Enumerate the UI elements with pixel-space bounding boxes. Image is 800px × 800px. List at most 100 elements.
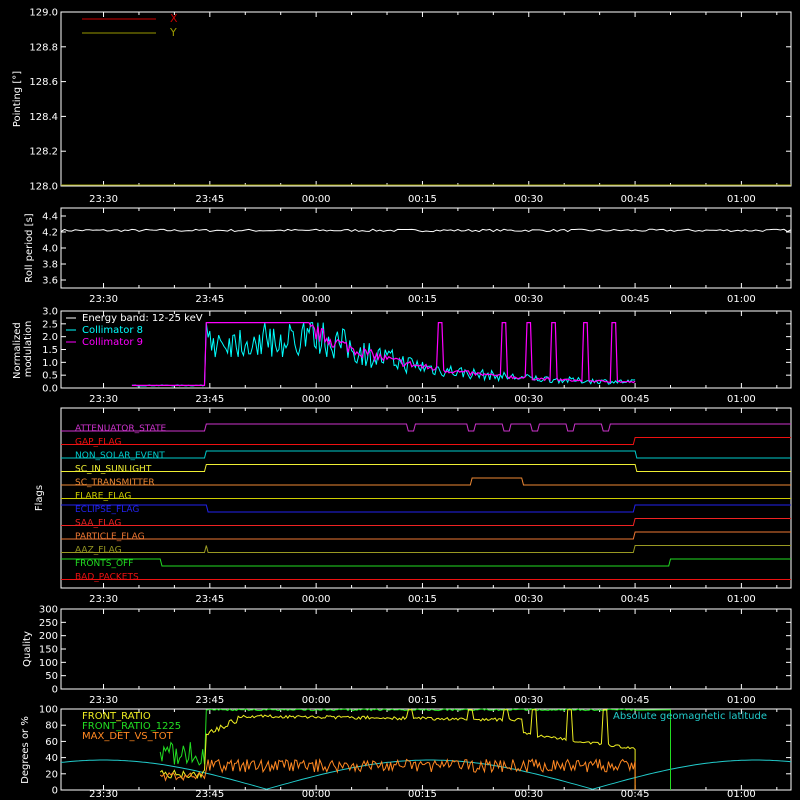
x-tick-label: 01:00 bbox=[727, 294, 756, 305]
y-tick-label: 80 bbox=[45, 721, 58, 732]
modulation-ylabel: Normalized modulation bbox=[12, 319, 34, 379]
y-tick-label: 4.0 bbox=[42, 244, 58, 255]
y-tick-label: 0.5 bbox=[42, 371, 58, 382]
legend-max-det: MAX_DET_VS_TOT bbox=[82, 731, 174, 742]
modulation-ylabel-line1: Normalized bbox=[12, 322, 23, 379]
flag-label: FLARE_FLAG bbox=[75, 492, 131, 502]
y-tick-label: 200 bbox=[39, 631, 58, 642]
x-tick-label: 23:30 bbox=[89, 194, 118, 205]
legend-c9-label: Collimator 9 bbox=[82, 337, 143, 348]
x-tick-label: 00:00 bbox=[302, 789, 331, 800]
x-tick-label: 00:30 bbox=[514, 789, 543, 800]
y-tick-label: 3.6 bbox=[42, 276, 58, 287]
y-tick-label: 0.0 bbox=[42, 384, 58, 395]
x-tick-label: 23:45 bbox=[195, 695, 224, 706]
flag-label: SC_IN_SUNLIGHT bbox=[75, 465, 152, 475]
y-tick-label: 100 bbox=[39, 705, 58, 716]
pointing-ylabel: Pointing [°] bbox=[12, 71, 23, 127]
x-tick-label: 00:15 bbox=[408, 394, 437, 405]
flag-label: NON_SOLAR_EVENT bbox=[75, 451, 165, 461]
y-tick-label: 128.6 bbox=[29, 77, 58, 88]
x-tick-label: 23:45 bbox=[195, 594, 224, 605]
x-tick-label: 23:30 bbox=[89, 394, 118, 405]
flag-label: ECLIPSE_FLAG bbox=[75, 505, 139, 515]
x-tick-label: 00:00 bbox=[302, 194, 331, 205]
x-tick-label: 23:45 bbox=[195, 789, 224, 800]
x-tick-label: 00:00 bbox=[302, 594, 331, 605]
x-tick-label: 00:00 bbox=[302, 695, 331, 706]
x-tick-label: 01:00 bbox=[727, 789, 756, 800]
y-tick-label: 1.5 bbox=[42, 345, 58, 356]
x-tick-label: 00:00 bbox=[302, 394, 331, 405]
y-tick-label: 128.0 bbox=[29, 182, 58, 193]
x-tick-label: 00:30 bbox=[514, 394, 543, 405]
y-tick-label: 50 bbox=[45, 671, 58, 682]
x-tick-label: 00:15 bbox=[408, 695, 437, 706]
x-tick-label: 00:45 bbox=[621, 294, 650, 305]
x-tick-label: 00:30 bbox=[514, 695, 543, 706]
y-tick-label: 129.0 bbox=[29, 8, 58, 19]
x-tick-label: 01:00 bbox=[727, 594, 756, 605]
y-tick-label: 128.2 bbox=[29, 147, 58, 158]
y-tick-label: 100 bbox=[39, 658, 58, 669]
y-tick-label: 2.5 bbox=[42, 319, 58, 330]
flag-label: FRONTS_OFF bbox=[75, 559, 133, 569]
flag-label: GAP_FLAG bbox=[75, 438, 121, 448]
y-tick-label: 4.4 bbox=[42, 212, 58, 223]
legend-c8-label: Collimator 8 bbox=[82, 325, 143, 336]
x-tick-label: 23:30 bbox=[89, 594, 118, 605]
y-tick-label: 150 bbox=[39, 645, 58, 656]
x-tick-label: 00:15 bbox=[408, 194, 437, 205]
x-tick-label: 23:30 bbox=[89, 294, 118, 305]
legend-y-label: Y bbox=[169, 26, 177, 39]
y-tick-label: 128.4 bbox=[29, 112, 58, 123]
y-tick-label: 60 bbox=[45, 737, 58, 748]
x-tick-label: 23:45 bbox=[195, 294, 224, 305]
flag-label: ATTENUATOR_STATE bbox=[75, 424, 167, 434]
x-tick-label: 01:00 bbox=[727, 194, 756, 205]
x-tick-label: 01:00 bbox=[727, 394, 756, 405]
flags-ylabel: Flags bbox=[34, 485, 45, 511]
x-tick-label: 00:45 bbox=[621, 789, 650, 800]
y-tick-label: 40 bbox=[45, 753, 58, 764]
x-tick-label: 01:00 bbox=[727, 695, 756, 706]
flag-label: BAD_PACKETS bbox=[75, 573, 139, 583]
x-tick-label: 00:30 bbox=[514, 294, 543, 305]
x-tick-label: 23:45 bbox=[195, 394, 224, 405]
flag-label: SAA_FLAG bbox=[75, 519, 121, 529]
legend-x-label: X bbox=[170, 12, 178, 25]
x-tick-label: 23:30 bbox=[89, 695, 118, 706]
roll-ylabel: Roll period [s] bbox=[24, 213, 35, 282]
x-tick-label: 00:15 bbox=[408, 294, 437, 305]
y-tick-label: 2.0 bbox=[42, 332, 58, 343]
y-tick-label: 1.0 bbox=[42, 358, 58, 369]
y-tick-label: 128.8 bbox=[29, 42, 58, 53]
x-tick-label: 23:45 bbox=[195, 194, 224, 205]
y-tick-label: 3.8 bbox=[42, 260, 58, 271]
x-tick-label: 00:45 bbox=[621, 394, 650, 405]
legend-energy-label: Energy band: 12-25 keV bbox=[82, 313, 203, 324]
x-tick-label: 00:15 bbox=[408, 594, 437, 605]
x-tick-label: 00:45 bbox=[621, 194, 650, 205]
y-tick-label: 0 bbox=[52, 685, 58, 696]
x-tick-label: 00:30 bbox=[514, 594, 543, 605]
x-tick-label: 00:30 bbox=[514, 194, 543, 205]
x-tick-label: 00:00 bbox=[302, 294, 331, 305]
y-tick-label: 0 bbox=[52, 786, 58, 797]
x-tick-label: 23:30 bbox=[89, 789, 118, 800]
ratios-ylabel: Degrees or % bbox=[20, 716, 31, 784]
y-tick-label: 250 bbox=[39, 618, 58, 629]
y-tick-label: 3.0 bbox=[42, 307, 58, 318]
figure: 128.0 128.2 128.4 128.6 128.8 129.0 23:30 23:4… bbox=[0, 0, 800, 800]
modulation-ylabel-line2: modulation bbox=[23, 321, 34, 378]
legend-geomagnetic: Absolute geomagnetic latitude bbox=[613, 711, 767, 722]
x-tick-label: 00:15 bbox=[408, 789, 437, 800]
flag-label: AAZ_FLAG bbox=[75, 546, 122, 556]
flag-label: PARTICLE_FLAG bbox=[75, 532, 145, 542]
flag-label: SC_TRANSMITTER bbox=[75, 478, 155, 488]
x-tick-label: 00:45 bbox=[621, 695, 650, 706]
x-tick-label: 00:45 bbox=[621, 594, 650, 605]
y-tick-label: 20 bbox=[45, 769, 58, 780]
quality-ylabel: Quality bbox=[22, 631, 33, 667]
y-tick-label: 300 bbox=[39, 605, 58, 616]
